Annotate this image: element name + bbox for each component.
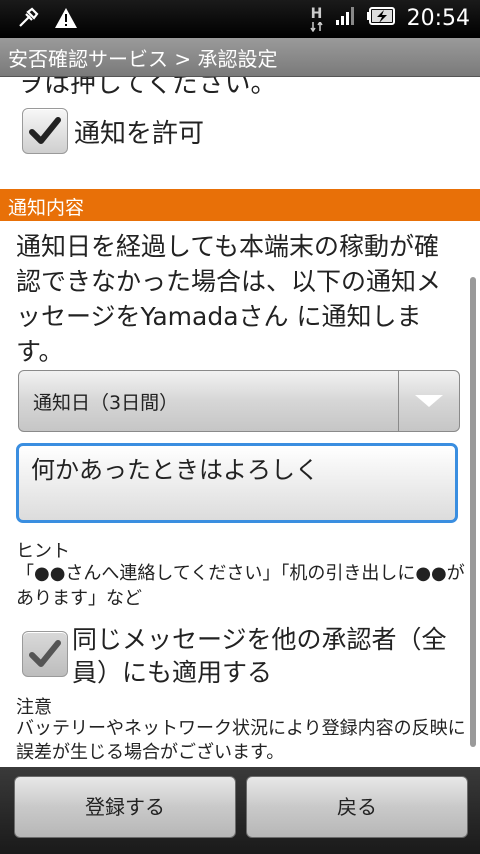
network-type-label: H xyxy=(310,6,323,22)
note-title: 注意 xyxy=(16,697,52,718)
apply-all-label[interactable]: 同じメッセージを他の承認者（全員）にも適用する xyxy=(72,623,452,689)
apply-all-checkbox[interactable] xyxy=(22,631,68,677)
bottom-action-bar: 登録する 戻る xyxy=(0,767,480,854)
page-title: 安否確認サービス > 承認設定 xyxy=(8,47,278,71)
back-button[interactable]: 戻る xyxy=(246,776,468,838)
hint-title: ヒント xyxy=(16,541,70,562)
hint-body: 「●●さんへ連絡してください」「机の引き出しに●●があります」など xyxy=(16,563,465,609)
dropdown-value: 通知日（3日間） xyxy=(33,392,179,414)
signal-icon xyxy=(335,6,357,30)
clipped-text: ヲは押してください。 xyxy=(18,77,277,99)
allow-notification-checkbox[interactable] xyxy=(22,108,68,154)
warning-icon xyxy=(54,7,78,33)
notification-day-dropdown[interactable]: 通知日（3日間） xyxy=(18,370,460,432)
chevron-down-icon[interactable] xyxy=(399,371,459,431)
message-field[interactable] xyxy=(16,443,458,523)
clock: 20:54 xyxy=(406,5,470,31)
battery-charging-icon xyxy=(366,6,397,30)
section-header-title: 通知内容 xyxy=(8,197,85,219)
section-header: 通知内容 xyxy=(0,189,480,221)
settings-content[interactable]: ヲは押してください。 通知を許可 通知内容 通知日を経過しても本端末の稼動が確認… xyxy=(0,77,480,767)
hspa-icon: H xyxy=(309,4,325,32)
status-bar: H 20:54 xyxy=(0,0,480,38)
checkmark-icon xyxy=(29,117,61,144)
allow-notification-label[interactable]: 通知を許可 xyxy=(74,113,204,150)
message-input[interactable] xyxy=(29,452,433,482)
scrollbar[interactable] xyxy=(470,277,476,747)
title-bar: 安否確認サービス > 承認設定 xyxy=(0,38,480,77)
register-button[interactable]: 登録する xyxy=(14,776,236,838)
description-text: 通知日を経過しても本端末の稼動が確認できなかった場合は、以下の通知メッセージをY… xyxy=(16,232,442,366)
usb-debug-icon xyxy=(16,6,40,34)
note-body: バッテリーやネットワーク状況により登録内容の反映に誤差が生じる場合がございます。 xyxy=(16,718,466,763)
checkmark-icon xyxy=(29,640,61,667)
